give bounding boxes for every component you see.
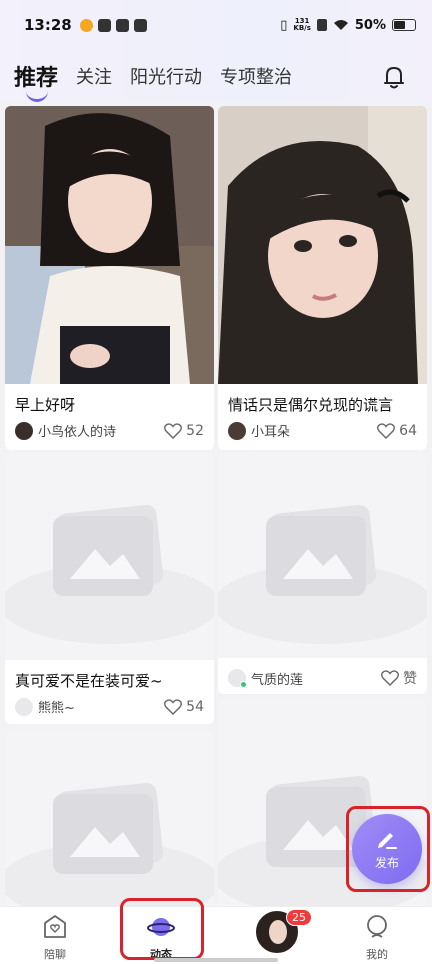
post-author[interactable]: 小鸟依人的诗: [38, 421, 116, 440]
bell-icon[interactable]: [382, 64, 406, 90]
wifi-icon: [333, 20, 348, 30]
status-time: 13:28: [24, 16, 72, 34]
heart-icon: [164, 422, 183, 439]
person-icon: [367, 915, 387, 938]
home-indicator: [154, 958, 278, 962]
tab-sunshine[interactable]: 阳光行动: [130, 63, 202, 89]
post-author[interactable]: 气质的莲: [251, 669, 303, 688]
tab-recommend[interactable]: 推荐: [14, 60, 58, 102]
battery-icon: [392, 19, 416, 31]
avatar[interactable]: [228, 421, 246, 440]
post-title: 真可爱不是在装可爱~: [15, 672, 163, 690]
avatar[interactable]: [15, 421, 33, 440]
bottom-nav: 陪聊 动态 25 我的: [0, 906, 432, 964]
avatar[interactable]: [15, 697, 33, 716]
net-speed: 131 KB/s: [293, 17, 311, 32]
battery-text: 50%: [354, 17, 386, 33]
like-count: 64: [399, 422, 417, 439]
nav-chat-label: 陪聊: [44, 948, 66, 961]
puzzle-icon: [115, 18, 129, 32]
feed: 早上好呀 小鸟依人的诗 52 情话只是偶尔兑现的谎言 小耳朵 64 真可爱不是在…: [0, 104, 432, 906]
image-placeholder[interactable]: [218, 454, 427, 658]
post-image[interactable]: [218, 106, 427, 384]
nav-mine-label: 我的: [366, 948, 388, 961]
image-placeholder[interactable]: [5, 732, 214, 906]
like-button[interactable]: 64: [377, 423, 417, 439]
top-tabs: 推荐 关注 阳光行动 专项整治: [0, 50, 432, 102]
avatar[interactable]: [228, 669, 247, 688]
heart-icon: [377, 422, 396, 439]
tab-follow[interactable]: 关注: [76, 63, 112, 89]
like-button[interactable]: 54: [164, 699, 204, 715]
post-card[interactable]: [5, 732, 214, 906]
heart-icon: [381, 670, 399, 686]
nav-chat[interactable]: 陪聊: [20, 913, 90, 962]
weibo-icon: [79, 18, 93, 32]
tab-special[interactable]: 专项整治: [220, 63, 292, 89]
post-card[interactable]: 真可爱不是在装可爱~ 熊熊~ 54: [5, 454, 214, 724]
sim-icon: [316, 19, 327, 31]
like-button[interactable]: 52: [164, 423, 204, 439]
avatar-face: [269, 920, 287, 944]
like-count: 赞: [403, 671, 417, 687]
status-bar: 13:28 ▯ 131 KB/s 50%: [0, 0, 432, 50]
vibrate-icon: ▯: [280, 17, 288, 33]
post-image[interactable]: [5, 106, 214, 384]
online-dot: [240, 681, 247, 688]
heart-icon: [164, 698, 183, 715]
highlight-box: [120, 898, 204, 960]
post-card[interactable]: 情话只是偶尔兑现的谎言 小耳朵 64: [218, 106, 427, 450]
heart-house-icon: [44, 915, 66, 938]
notification-badge: 25: [286, 909, 312, 926]
like-button[interactable]: 赞: [381, 668, 417, 688]
highlight-box: [346, 806, 430, 892]
app-icon: [97, 18, 111, 32]
nav-mine[interactable]: 我的: [342, 913, 412, 962]
post-author[interactable]: 熊熊~: [38, 697, 75, 716]
like-count: 54: [186, 698, 204, 715]
image-placeholder[interactable]: [5, 454, 214, 660]
post-title: 早上好呀: [15, 396, 76, 414]
post-title: 情话只是偶尔兑现的谎言: [228, 396, 394, 414]
like-count: 52: [186, 422, 204, 439]
post-card[interactable]: 早上好呀 小鸟依人的诗 52: [5, 106, 214, 450]
post-card[interactable]: 气质的莲 赞: [218, 454, 427, 694]
nav-center-avatar[interactable]: 25: [242, 909, 312, 955]
mail-icon: [133, 18, 147, 32]
post-author[interactable]: 小耳朵: [251, 421, 290, 440]
